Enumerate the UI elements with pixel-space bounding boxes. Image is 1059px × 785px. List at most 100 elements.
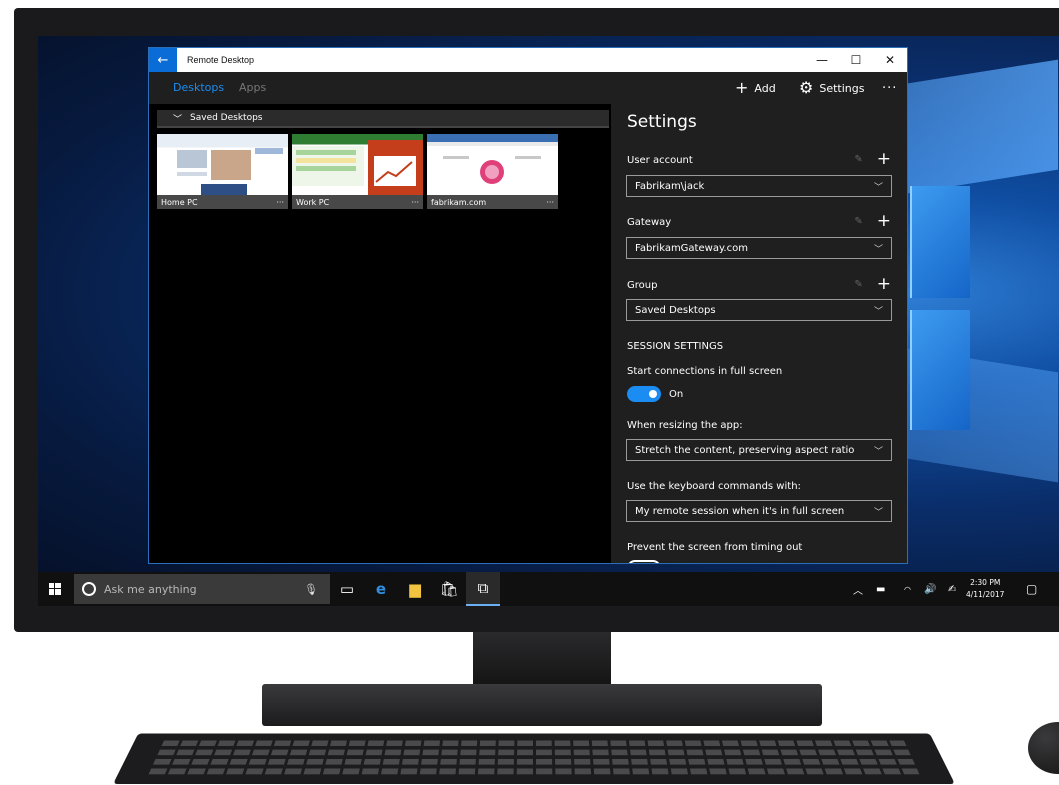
desktop-tile-work-pc[interactable]: Work PC ···: [292, 134, 423, 209]
wifi-icon[interactable]: ◠: [904, 572, 911, 606]
file-explorer-icon[interactable]: ▆: [398, 572, 432, 606]
chevron-down-icon: ﹀: [873, 446, 883, 457]
taskbar: Ask me anything 🎙 ▭ e ▆ 🛍 ⧉ ︿ ▬ ◠ 🔊 ✍ 2:…: [38, 572, 1059, 606]
user-account-value: Fabrikam\jack: [635, 180, 705, 192]
tile-footer: Work PC ···: [292, 195, 423, 209]
group-tools: ✎ +: [854, 276, 891, 293]
battery-icon[interactable]: ▬: [876, 572, 885, 606]
tile-label: fabrikam.com: [431, 197, 487, 207]
window-controls: — ☐ ✕: [805, 48, 907, 72]
timeout-label: Prevent the screen from timing out: [627, 542, 803, 553]
add-gateway-button[interactable]: +: [877, 213, 891, 230]
chevron-down-icon: ﹀: [873, 182, 883, 193]
tile-label: Home PC: [161, 197, 198, 207]
settings-pane: Settings User account ✎ + Fabrikam\jack …: [611, 104, 907, 563]
saved-desktops-group-header[interactable]: ﹀ Saved Desktops: [157, 110, 609, 128]
keyboard-dropdown[interactable]: My remote session when it's in full scre…: [626, 500, 892, 522]
tile-more-button[interactable]: ···: [276, 198, 284, 207]
tile-more-button[interactable]: ···: [546, 198, 554, 207]
keyboard-row: [161, 740, 907, 746]
edit-icon[interactable]: ✎: [854, 154, 862, 165]
desktop-tile-fabrikam[interactable]: fabrikam.com ···: [427, 134, 558, 209]
tile-footer: fabrikam.com ···: [427, 195, 558, 209]
wallpaper-logo-pane: [910, 310, 970, 430]
clock[interactable]: 2:30 PM 4/11/2017: [966, 577, 1004, 601]
chevron-down-icon: ﹀: [873, 507, 883, 518]
remote-desktop-window: ← Remote Desktop — ☐ ✕ Desktops Apps + A…: [148, 47, 908, 564]
start-button[interactable]: [38, 572, 72, 606]
close-button[interactable]: ✕: [873, 48, 907, 72]
tab-desktops[interactable]: Desktops: [173, 81, 224, 94]
gateway-label: Gateway: [627, 217, 672, 228]
timeout-toggle[interactable]: [627, 560, 661, 563]
more-button[interactable]: ···: [882, 78, 897, 98]
resize-value: Stretch the content, preserving aspect r…: [635, 444, 855, 456]
tile-label: Work PC: [296, 197, 330, 207]
chevron-down-icon: ﹀: [873, 244, 883, 255]
show-hidden-icons-chevron-icon[interactable]: ︿: [853, 572, 863, 606]
group-dropdown[interactable]: Saved Desktops ﹀: [626, 299, 892, 321]
resize-dropdown[interactable]: Stretch the content, preserving aspect r…: [626, 439, 892, 461]
group-value: Saved Desktops: [635, 304, 716, 316]
minimize-button[interactable]: —: [805, 48, 839, 72]
add-button[interactable]: + Add: [735, 78, 776, 98]
desktop-thumbnail: [427, 134, 558, 195]
gateway-tools: ✎ +: [854, 213, 891, 230]
desktop-thumbnail: [177, 148, 283, 195]
user-account-dropdown[interactable]: Fabrikam\jack ﹀: [626, 175, 892, 197]
keyboard-value: My remote session when it's in full scre…: [635, 505, 845, 517]
edge-browser-icon[interactable]: e: [364, 572, 398, 606]
store-icon[interactable]: 🛍: [432, 572, 466, 606]
chevron-down-icon: ﹀: [873, 306, 883, 317]
settings-button[interactable]: ⚙ Settings: [799, 78, 864, 98]
action-center-icon[interactable]: ▢: [1026, 572, 1037, 606]
search-box[interactable]: Ask me anything 🎙: [74, 574, 330, 604]
session-settings-header: SESSION SETTINGS: [627, 341, 724, 352]
pen-icon[interactable]: ✍: [948, 572, 956, 606]
monitor-stand: [262, 684, 822, 726]
maximize-button[interactable]: ☐: [839, 48, 873, 72]
window-title: Remote Desktop: [187, 55, 255, 65]
desktop-thumbnail: [292, 140, 423, 195]
add-user-button[interactable]: +: [877, 151, 891, 168]
timeout-toggle-row: Off: [627, 560, 684, 563]
group-label: Group: [627, 280, 658, 291]
remote-desktop-taskbar-icon[interactable]: ⧉: [466, 572, 500, 606]
mouse: [1028, 722, 1059, 774]
gear-icon: ⚙: [799, 78, 814, 97]
tile-footer: Home PC ···: [157, 195, 288, 209]
clock-date: 4/11/2017: [966, 590, 1005, 599]
search-placeholder: Ask me anything: [104, 582, 197, 596]
full-screen-state: On: [669, 388, 684, 400]
volume-icon[interactable]: 🔊: [924, 572, 936, 606]
settings-label: Settings: [819, 81, 865, 95]
desktop-photo: ← Remote Desktop — ☐ ✕ Desktops Apps + A…: [0, 0, 1059, 785]
task-view-icon[interactable]: ▭: [330, 572, 364, 606]
settings-title: Settings: [627, 112, 697, 132]
back-button[interactable]: ←: [149, 48, 177, 72]
full-screen-toggle[interactable]: [627, 386, 661, 402]
timeout-state: Off: [669, 563, 684, 564]
user-account-tools: ✎ +: [854, 151, 891, 168]
keyboard-row: [148, 768, 920, 775]
screen: ← Remote Desktop — ☐ ✕ Desktops Apps + A…: [38, 36, 1059, 606]
tab-apps[interactable]: Apps: [239, 81, 266, 94]
add-group-button[interactable]: +: [877, 276, 891, 293]
edit-icon[interactable]: ✎: [854, 279, 862, 290]
resize-label: When resizing the app:: [627, 420, 743, 431]
title-bar: ← Remote Desktop — ☐ ✕: [149, 48, 907, 72]
full-screen-toggle-row: On: [627, 386, 683, 402]
add-label: Add: [754, 81, 776, 95]
tile-more-button[interactable]: ···: [411, 198, 419, 207]
desktop-tile-home-pc[interactable]: Home PC ···: [157, 134, 288, 209]
gateway-dropdown[interactable]: FabrikamGateway.com ﹀: [626, 237, 892, 259]
chevron-down-icon: ﹀: [173, 114, 183, 125]
full-screen-label: Start connections in full screen: [627, 366, 783, 377]
desktops-pane: ﹀ Saved Desktops Home PC ··· Work PC ···…: [149, 104, 611, 563]
group-title: Saved Desktops: [190, 113, 263, 123]
edit-icon[interactable]: ✎: [854, 216, 862, 227]
command-bar: Desktops Apps + Add ⚙ Settings ···: [149, 72, 907, 104]
keyboard-row: [157, 749, 911, 756]
windows-logo-icon: [49, 583, 61, 595]
microphone-icon[interactable]: 🎙: [304, 583, 318, 596]
